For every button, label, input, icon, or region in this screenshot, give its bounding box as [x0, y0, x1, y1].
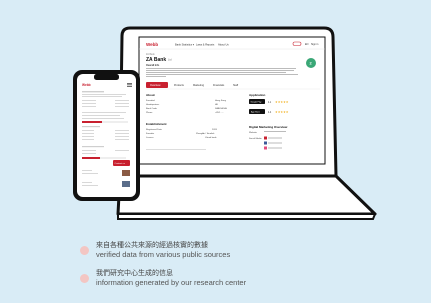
nav-item-about[interactable]: About Us: [218, 43, 229, 47]
phone-brand-logo: Webb: [82, 83, 91, 87]
social-icon: [264, 136, 267, 140]
legend-dot: [80, 246, 89, 255]
svg-text:Hong Kong: Hong Kong: [215, 100, 227, 102]
digital-row-website: Website: [249, 131, 258, 134]
svg-text:HK: HK: [215, 104, 219, 106]
phone-thumbnail[interactable]: [122, 181, 130, 187]
svg-text:Phone: Phone: [146, 112, 153, 114]
about-heading: About: [146, 93, 155, 97]
legend-en: verified data from various public source…: [96, 250, 231, 259]
digital-heading: Digital Marketing Overview: [249, 125, 288, 129]
google-play-label: Google Play: [251, 102, 262, 104]
phone-thumbnail[interactable]: [122, 170, 130, 176]
svg-text:+852 .....: +852 .....: [215, 112, 224, 114]
phone-cta-label: Contact us: [115, 162, 126, 165]
legend-dot: [80, 274, 89, 283]
application-heading: Application: [249, 93, 266, 97]
phone-progress-bar: [82, 121, 102, 123]
tab-financials[interactable]: Financials: [213, 84, 225, 87]
tab-overview-label: Overview: [150, 84, 161, 87]
illustration-stage: Webb Bank Statistics ▾ Laws & Reports Ab…: [0, 0, 431, 303]
legend-zh: 我們研究中心生成的信息: [96, 269, 173, 277]
breadcrumb[interactable]: ZA Bank: [146, 53, 156, 56]
social-icon: [264, 141, 267, 145]
menu-icon[interactable]: [127, 83, 132, 84]
brand-logo: Webb: [146, 42, 158, 47]
legend-item-public-data: 來自各種公共來源的經過核實的數據 verified data from vari…: [80, 241, 230, 260]
svg-text:Registered Date: Registered Date: [146, 128, 163, 131]
tab-marketing[interactable]: Marketing: [193, 84, 205, 87]
svg-text:Bank Code: Bank Code: [146, 108, 158, 110]
svg-text:Licence: Licence: [146, 137, 154, 139]
laptop: Webb Bank Statistics ▾ Laws & Reports Ab…: [116, 26, 377, 220]
svg-text:Founded: Founded: [146, 100, 155, 102]
social-icon: [264, 146, 267, 150]
svg-text:Headquarters: Headquarters: [146, 103, 160, 106]
app-store-label: App Store: [251, 111, 261, 114]
page-title: ZA Bank: [146, 57, 166, 63]
lang-switch[interactable]: EN: [305, 43, 309, 46]
toggle-switch[interactable]: [292, 41, 302, 46]
title-badge: Ltd: [168, 58, 172, 62]
legend-zh: 來自各種公共來源的經過核實的數據: [96, 241, 208, 249]
svg-text:Virtual bank: Virtual bank: [205, 136, 217, 139]
phone-notch: [94, 74, 119, 80]
rating-stars-icon: ★★★★★: [275, 100, 289, 104]
phone-progress-bar: [82, 157, 100, 159]
signin-link[interactable]: Sign in: [311, 43, 319, 46]
smartphone: Webb Contact us: [73, 70, 140, 201]
subtitle: Overall Info: [146, 64, 160, 67]
svg-text:Founder: Founder: [146, 132, 154, 135]
establishment-heading: Establishment: [146, 122, 167, 126]
legend-item-research: 我們研究中心生成的信息 information generated by our…: [80, 269, 246, 288]
digital-row-social: Social Media: [249, 138, 262, 140]
tab-staff[interactable]: Staff: [233, 84, 238, 87]
nav-item-stats[interactable]: Bank Statistics ▾: [175, 43, 195, 47]
svg-text:2019: 2019: [212, 129, 218, 131]
svg-text:ZABKHKHH: ZABKHKHH: [215, 107, 227, 110]
legend-en: information generated by our research ce…: [96, 278, 247, 287]
nav-item-laws[interactable]: Laws & Reports: [196, 43, 215, 47]
tab-products[interactable]: Products: [174, 84, 185, 87]
svg-text:ZhongAn / Sinolink: ZhongAn / Sinolink: [196, 132, 215, 135]
rating-stars-icon: ★★★★★: [275, 110, 289, 114]
